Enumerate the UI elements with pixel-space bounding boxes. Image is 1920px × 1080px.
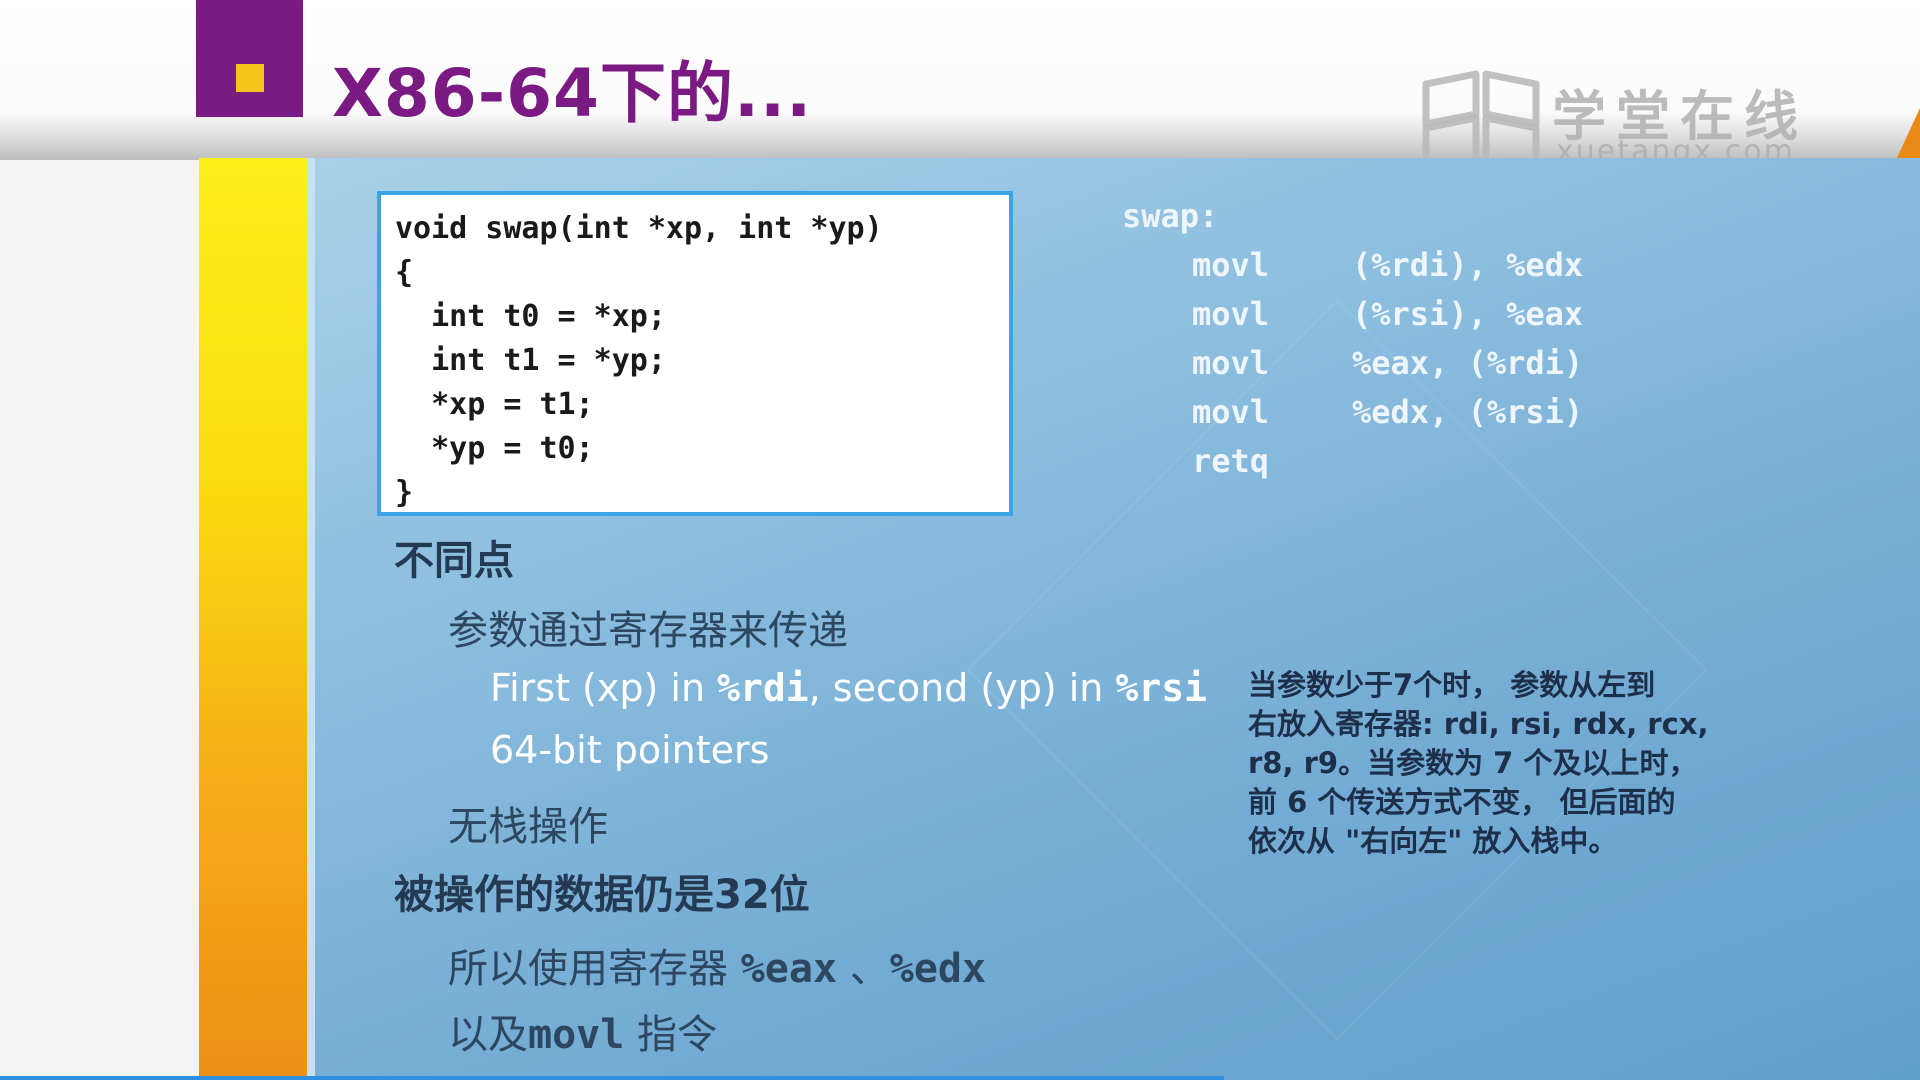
code-line: int t0 = *xp; xyxy=(395,299,666,334)
bullet-64bit-pointers: 64-bit pointers xyxy=(490,728,770,772)
asm-operands: (%rsi), %eax xyxy=(1352,295,1584,333)
bullet-data-32bit: 被操作的数据仍是32位 xyxy=(394,872,810,918)
asm-instruction: movl %eax, (%rdi) xyxy=(1192,339,1583,388)
assembly-listing: swap: movl (%rdi), %edx movl (%rsi), %eax … xyxy=(1122,192,1583,486)
asm-instruction: movl %edx, (%rsi) xyxy=(1192,388,1583,437)
code-line: } xyxy=(395,475,414,510)
asm-operands: %edx, (%rsi) xyxy=(1352,393,1584,431)
asm-label: swap: xyxy=(1122,197,1219,235)
bullet-use-registers: 所以使用寄存器 %eax 、%edx xyxy=(448,936,986,994)
register-eax: %eax xyxy=(740,946,838,992)
asm-opcode: movl xyxy=(1192,393,1270,431)
asm-opcode: movl xyxy=(1192,295,1270,333)
bottom-progress-line xyxy=(0,1076,1224,1080)
asm-opcode: movl xyxy=(1192,246,1270,284)
bullet-argument-registers: First (xp) in %rdi, second (yp) in %rsi xyxy=(490,666,1207,710)
arg-register-rsi: %rsi xyxy=(1115,666,1207,710)
title-marker xyxy=(196,0,303,117)
asm-instruction: movl (%rsi), %eax xyxy=(1192,290,1583,339)
arg-text-second: , second (yp) in xyxy=(808,666,1116,710)
asm-opcode: movl xyxy=(1192,344,1270,382)
bullet-pass-by-registers: 参数通过寄存器来传递 xyxy=(448,608,848,654)
asm-instruction: retq xyxy=(1192,437,1583,486)
left-margin xyxy=(0,160,199,1080)
note-line: 前 6 个传送方式不变， 但后面的 xyxy=(1248,785,1676,819)
c-code-box: void swap(int *xp, int *yp) { int t0 = *… xyxy=(377,191,1013,516)
use-regs-separator: 、 xyxy=(837,946,890,992)
bullet-movl-instruction: 以及movl 指令 xyxy=(448,1002,717,1060)
note-line: 当参数少于7个时， 参数从左到 xyxy=(1248,668,1656,702)
asm-opcode: retq xyxy=(1192,442,1270,480)
movl-suffix: 指令 xyxy=(624,1012,718,1058)
note-line: 依次从 "右向左" 放入栈中。 xyxy=(1248,824,1618,858)
asm-operands: (%rdi), %edx xyxy=(1352,246,1584,284)
code-line: void swap(int *xp, int *yp) xyxy=(395,211,883,246)
note-line: 右放入寄存器: rdi, rsi, rdx, rcx, xyxy=(1248,707,1709,741)
code-line: *yp = t0; xyxy=(395,431,594,466)
bullet-no-stack: 无栈操作 xyxy=(448,804,608,850)
title-marker-square xyxy=(236,64,264,92)
note-line: r8, r9。当参数为 7 个及以上时， xyxy=(1248,746,1698,780)
arg-register-rdi: %rdi xyxy=(717,666,809,710)
bullet-differences: 不同点 xyxy=(394,538,514,584)
parameter-note: 当参数少于7个时， 参数从左到 右放入寄存器: rdi, rsi, rdx, r… xyxy=(1248,666,1748,861)
code-line: *xp = t1; xyxy=(395,387,594,422)
asm-operands: %eax, (%rdi) xyxy=(1352,344,1584,382)
arg-text-first: First (xp) in xyxy=(490,666,718,710)
slide-title: X86-64下的... xyxy=(332,55,813,132)
corner-accent xyxy=(1896,108,1920,160)
register-edx: %edx xyxy=(889,946,987,992)
movl-code: movl xyxy=(528,1012,625,1058)
code-line: int t1 = *yp; xyxy=(395,343,666,378)
use-regs-text: 所以使用寄存器 xyxy=(448,946,741,992)
code-line: { xyxy=(395,255,414,290)
accent-strip xyxy=(199,158,307,1080)
movl-prefix: 以及 xyxy=(448,1012,528,1058)
asm-instruction: movl (%rdi), %edx xyxy=(1192,241,1583,290)
